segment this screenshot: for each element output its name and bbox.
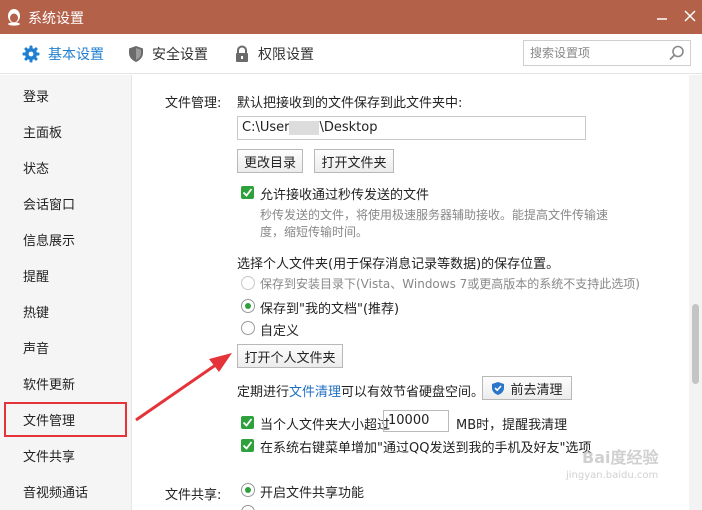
tab-label: 安全设置 <box>152 47 208 63</box>
search-box[interactable] <box>523 40 691 66</box>
section-label-file-management: 文件管理: <box>165 96 222 111</box>
watermark-url: jingyan.baidu.com <box>566 470 659 481</box>
allow-flash-transfer-checkbox[interactable] <box>241 186 254 199</box>
sidebar-item-info-display[interactable]: 信息展示 <box>0 221 132 257</box>
size-warning-checkbox[interactable] <box>241 416 254 429</box>
radio-my-documents[interactable] <box>241 299 255 313</box>
qq-penguin-icon <box>8 9 20 26</box>
checkmark-icon <box>242 441 253 450</box>
tab-label: 基本设置 <box>48 47 104 63</box>
open-folder-button[interactable]: 打开文件夹 <box>314 149 394 173</box>
tab-label: 权限设置 <box>258 47 314 63</box>
radio-install-directory[interactable] <box>241 276 255 290</box>
section-label-file-sharing: 文件共享: <box>165 488 222 503</box>
sidebar-item-chat-window[interactable]: 会话窗口 <box>0 185 132 221</box>
radio-install-directory-label: 保存到安装目录下(Vista、Windows 7或更高版本的系统不支持此选项) <box>260 277 640 291</box>
enable-file-sharing-label: 开启文件共享功能 <box>260 486 365 501</box>
title-bar: 系统设置 <box>0 0 702 34</box>
open-personal-folder-button[interactable]: 打开个人文件夹 <box>237 344 343 368</box>
sidebar-item-status[interactable]: 状态 <box>0 149 132 185</box>
flash-transfer-description-1: 秒传发送的文件，将使用极速服务器辅助接收。能提高文件传输速 <box>260 208 609 222</box>
tab-permission-settings[interactable]: 权限设置 <box>234 34 314 74</box>
radio-custom[interactable] <box>241 321 255 335</box>
checkmark-icon <box>242 418 253 427</box>
lock-icon <box>236 45 248 62</box>
shield-icon <box>492 381 505 395</box>
flash-transfer-description-2: 度，缩短传输时间。 <box>260 225 369 239</box>
close-button[interactable] <box>680 6 700 26</box>
cleanup-hint: 定期进行文件清理可以有效节省硬盘空间。 <box>237 385 485 400</box>
sidebar-item-file-sharing[interactable]: 文件共享 <box>0 437 132 473</box>
content-scrollbar[interactable] <box>689 75 702 510</box>
tab-bar: 基本设置 安全设置 权限设置 <box>0 34 702 74</box>
tab-basic-settings[interactable]: 基本设置 <box>22 34 104 74</box>
sidebar-item-login[interactable]: 登录 <box>0 77 132 113</box>
search-icon[interactable] <box>668 44 686 62</box>
watermark-logo: Bai度经验 <box>582 448 659 467</box>
save-folder-prompt: 默认把接收到的文件保存到此文件夹中: <box>237 96 463 111</box>
tab-security-settings[interactable]: 安全设置 <box>128 34 208 74</box>
shield-icon <box>129 46 143 62</box>
redacted-username <box>289 120 320 135</box>
radio-custom-label: 自定义 <box>260 324 300 339</box>
size-warning-label: 当个人文件夹大小超过 <box>260 418 391 433</box>
change-directory-button[interactable]: 更改目录 <box>237 149 303 173</box>
sidebar-item-av-call[interactable]: 音视频通话 <box>0 473 132 509</box>
close-icon <box>684 10 696 22</box>
scrollbar-thumb[interactable] <box>692 304 699 384</box>
sidebar: 登录 主面板 状态 会话窗口 信息展示 提醒 热键 声音 软件更新 文件管理 文… <box>0 75 132 510</box>
size-warning-suffix: MB时，提醒我清理 <box>456 418 568 433</box>
radio-file-sharing-option-2[interactable] <box>241 505 255 510</box>
radio-enable-file-sharing[interactable] <box>241 483 255 497</box>
selection-highlight-box <box>4 402 127 437</box>
sidebar-item-reminders[interactable]: 提醒 <box>0 257 132 293</box>
sidebar-item-software-update[interactable]: 软件更新 <box>0 365 132 401</box>
allow-flash-transfer-label: 允许接收通过秒传发送的文件 <box>260 188 430 203</box>
sidebar-item-hotkeys[interactable]: 热键 <box>0 293 132 329</box>
sidebar-item-sound[interactable]: 声音 <box>0 329 132 365</box>
gear-icon <box>22 45 40 63</box>
minimize-icon <box>657 18 667 20</box>
personal-folder-prompt: 选择个人文件夹(用于保存消息记录等数据)的保存位置。 <box>237 257 560 272</box>
go-cleanup-button[interactable]: 前去清理 <box>482 376 572 400</box>
window-title: 系统设置 <box>28 11 84 27</box>
context-menu-checkbox[interactable] <box>241 439 254 452</box>
context-menu-label: 在系统右键菜单增加"通过QQ发送到我的手机及好友"选项 <box>260 441 592 456</box>
sidebar-item-main-panel[interactable]: 主面板 <box>0 113 132 149</box>
radio-my-documents-label: 保存到"我的文档"(推荐) <box>260 302 400 317</box>
search-input[interactable] <box>530 44 668 62</box>
file-cleanup-link[interactable]: 文件清理 <box>289 385 341 400</box>
size-threshold-input[interactable]: 10000 <box>383 410 449 432</box>
checkmark-icon <box>242 188 253 197</box>
save-path-field[interactable]: C:\User \Desktop <box>237 116 586 140</box>
minimize-button[interactable] <box>652 6 672 26</box>
